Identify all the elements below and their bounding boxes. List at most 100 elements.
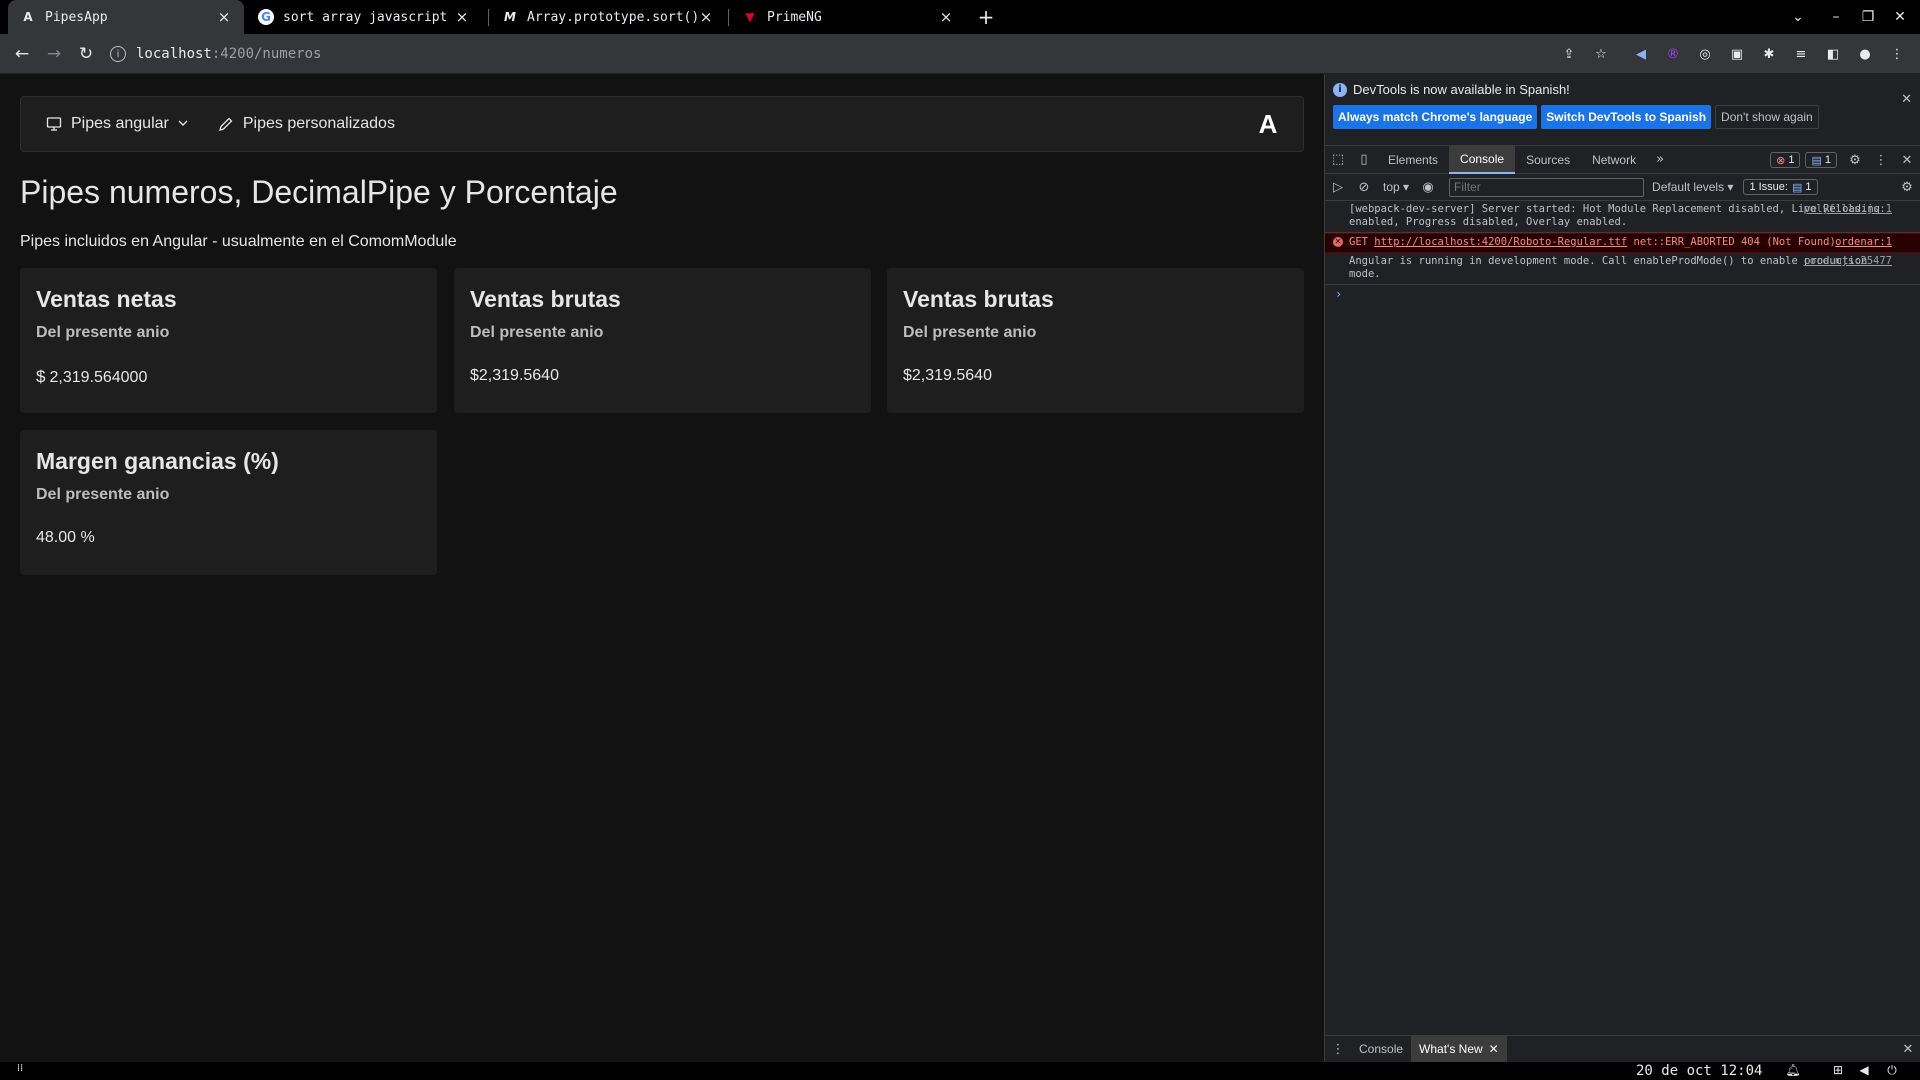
card-value: 2,319.564000 <box>49 369 148 386</box>
always-match-language-button[interactable]: Always match Chrome's language <box>1333 105 1538 129</box>
tab-primeng[interactable]: ▼ PrimeNG × <box>730 0 966 34</box>
side-panel-icon[interactable]: ◧ <box>1822 43 1844 65</box>
reading-list-icon[interactable]: ≡ <box>1790 43 1812 65</box>
error-count-badge[interactable]: ⊗ 1 <box>1770 152 1801 168</box>
kebab-menu-icon[interactable]: ⋮ <box>1868 153 1894 168</box>
device-toolbar-icon[interactable]: ▯ <box>1351 152 1377 167</box>
browser-menu-icon[interactable]: ⋮ <box>1886 43 1908 65</box>
context-select[interactable]: top ▾ <box>1383 180 1409 194</box>
close-icon[interactable]: ✕ <box>1489 1042 1499 1056</box>
log-levels-select[interactable]: Default levels ▾ <box>1652 180 1733 194</box>
close-devtools-icon[interactable]: ✕ <box>1894 153 1920 168</box>
log-source-link[interactable]: ordenar:1 <box>1835 236 1892 249</box>
card-margen-ganancias: Margen ganancias (%) Del presente anio 4… <box>20 430 437 575</box>
switch-to-spanish-button[interactable]: Switch DevTools to Spanish <box>1541 105 1712 129</box>
restore-icon[interactable]: ❐ <box>1852 0 1884 34</box>
log-text: Angular is running in development mode. … <box>1349 255 1868 280</box>
error-icon: ⊗ <box>1776 154 1786 167</box>
tab-elements[interactable]: Elements <box>1377 146 1449 174</box>
card-subtitle: Del presente anio <box>470 324 604 341</box>
tab-divider <box>488 9 489 26</box>
bookmark-star-icon[interactable]: ☆ <box>1590 43 1612 65</box>
extension-r-icon[interactable]: ® <box>1662 43 1684 65</box>
menu-pipes-angular[interactable]: Pipes angular <box>45 115 189 133</box>
new-tab-button[interactable]: + <box>970 0 1002 34</box>
dont-show-again-button[interactable]: Don't show again <box>1715 105 1819 129</box>
card-subtitle: Del presente anio <box>36 324 170 341</box>
issues-badge[interactable]: 1 Issue: ▤ 1 <box>1743 179 1818 195</box>
console-settings-gear-icon[interactable]: ⚙ <box>1894 180 1920 195</box>
drawer-menu-icon[interactable]: ⋮ <box>1325 1042 1351 1057</box>
tab-array-sort[interactable]: M Array.prototype.sort() × <box>490 0 726 34</box>
console-filter-input[interactable] <box>1449 177 1645 197</box>
share-icon[interactable]: ⇪ <box>1558 43 1580 65</box>
address-bar[interactable]: i localhost:4200/numeros <box>110 39 1610 69</box>
sidebar-toggle-icon[interactable]: ▷ <box>1325 180 1351 195</box>
error-url-link[interactable]: http://localhost:4200/Roboto-Regular.ttf <box>1374 236 1627 248</box>
back-icon[interactable]: ← <box>8 40 36 68</box>
menu-label: Pipes angular <box>71 115 169 132</box>
site-info-icon[interactable]: i <box>110 46 126 62</box>
console-log-line: [webpack-dev-server] Server started: Hot… <box>1325 201 1920 233</box>
reload-icon[interactable]: ↻ <box>72 40 100 68</box>
chevron-down-icon <box>177 117 189 132</box>
drawer-tab-whats-new[interactable]: What's New ✕ <box>1411 1036 1507 1062</box>
angular-favicon-icon: A <box>23 10 33 24</box>
extensions-puzzle-icon[interactable]: ✱ <box>1758 43 1780 65</box>
primeng-favicon-icon: ▼ <box>745 10 755 24</box>
google-favicon-icon: G <box>258 9 274 25</box>
close-icon[interactable]: × <box>454 8 470 26</box>
message-count-badge[interactable]: ▤ 1 <box>1805 152 1837 168</box>
tab-console[interactable]: Console <box>1449 145 1516 174</box>
os-status-bar: ⁞⁞ 20 de oct 12:04 🔔︎ ⊞ ◀ ⏻ <box>0 1062 1920 1080</box>
close-icon[interactable]: ✕ <box>1901 92 1912 107</box>
console-log-line: Angular is running in development mode. … <box>1325 253 1920 285</box>
card-title: Margen ganancias (%) <box>36 448 279 474</box>
tab-search-icon[interactable]: ⌄ <box>1782 0 1814 34</box>
page-subtitle: Pipes incluidos en Angular - usualmente … <box>20 233 457 250</box>
mdn-favicon-icon: M <box>504 10 516 24</box>
extension-circle-icon[interactable]: ◎ <box>1694 43 1716 65</box>
console-prompt[interactable]: › <box>1325 285 1920 303</box>
app-grid-icon[interactable]: ⁞⁞ <box>12 1063 28 1079</box>
menu-pipes-personalizados[interactable]: Pipes personalizados <box>217 115 395 133</box>
more-tabs-icon[interactable]: » <box>1647 152 1673 167</box>
close-drawer-icon[interactable]: ✕ <box>1895 1042 1920 1057</box>
inspect-element-icon[interactable]: ⬚ <box>1325 152 1351 167</box>
info-icon: i <box>1333 82 1347 97</box>
minimize-icon[interactable]: – <box>1820 0 1852 34</box>
console-filterbar: ▷ ⊘ top ▾ ◉ Default levels ▾ 1 Issue:▤1 … <box>1325 174 1920 201</box>
close-icon[interactable]: × <box>698 8 714 26</box>
clear-console-icon[interactable]: ⊘ <box>1351 180 1377 195</box>
tab-title: PrimeNG <box>767 9 822 25</box>
devtools-drawer: ⋮ Console What's New ✕ ✕ <box>1325 1035 1920 1062</box>
tab-pipesapp[interactable]: A PipesApp × <box>8 0 244 34</box>
log-source-link[interactable]: core.mjs:25477 <box>1803 255 1892 268</box>
forward-icon[interactable]: → <box>40 40 68 68</box>
log-source-link[interactable]: polyfills.js:1 <box>1803 203 1892 216</box>
close-icon[interactable]: × <box>216 8 232 26</box>
angular-logo[interactable]: A <box>1253 109 1283 139</box>
close-window-icon[interactable]: ✕ <box>1884 0 1916 34</box>
tab-sources[interactable]: Sources <box>1515 146 1581 174</box>
extension-b-icon[interactable]: ▣ <box>1726 43 1748 65</box>
card-value: $2,319.5640 <box>470 367 559 384</box>
audio-extension-icon[interactable]: ◀ <box>1630 43 1652 65</box>
power-icon[interactable]: ⏻ <box>1884 1063 1900 1079</box>
devtools-tabbar: ⬚ ▯ Elements Console Sources Network » ⊗… <box>1325 145 1920 174</box>
console-error-line: ✕ GET http://localhost:4200/Roboto-Regul… <box>1325 233 1920 253</box>
gear-icon[interactable]: ⚙ <box>1842 153 1868 168</box>
drawer-tab-label: What's New <box>1419 1042 1483 1056</box>
live-expression-eye-icon[interactable]: ◉ <box>1415 180 1441 195</box>
notification-bell-icon[interactable]: 🔔︎ <box>1785 1063 1801 1079</box>
clock[interactable]: 20 de oct 12:04 <box>1636 1062 1762 1080</box>
volume-icon[interactable]: ◀ <box>1856 1063 1872 1079</box>
drawer-tab-console[interactable]: Console <box>1351 1036 1411 1062</box>
tab-network[interactable]: Network <box>1581 146 1647 174</box>
profile-avatar-icon[interactable]: ● <box>1854 43 1876 65</box>
tab-sort-array[interactable]: G sort array javascript × <box>246 0 482 34</box>
close-icon[interactable]: × <box>938 8 954 26</box>
app-menubar: Pipes angular Pipes personalizados A <box>20 96 1304 152</box>
network-icon[interactable]: ⊞ <box>1830 1063 1846 1079</box>
context-value: top <box>1383 180 1400 194</box>
